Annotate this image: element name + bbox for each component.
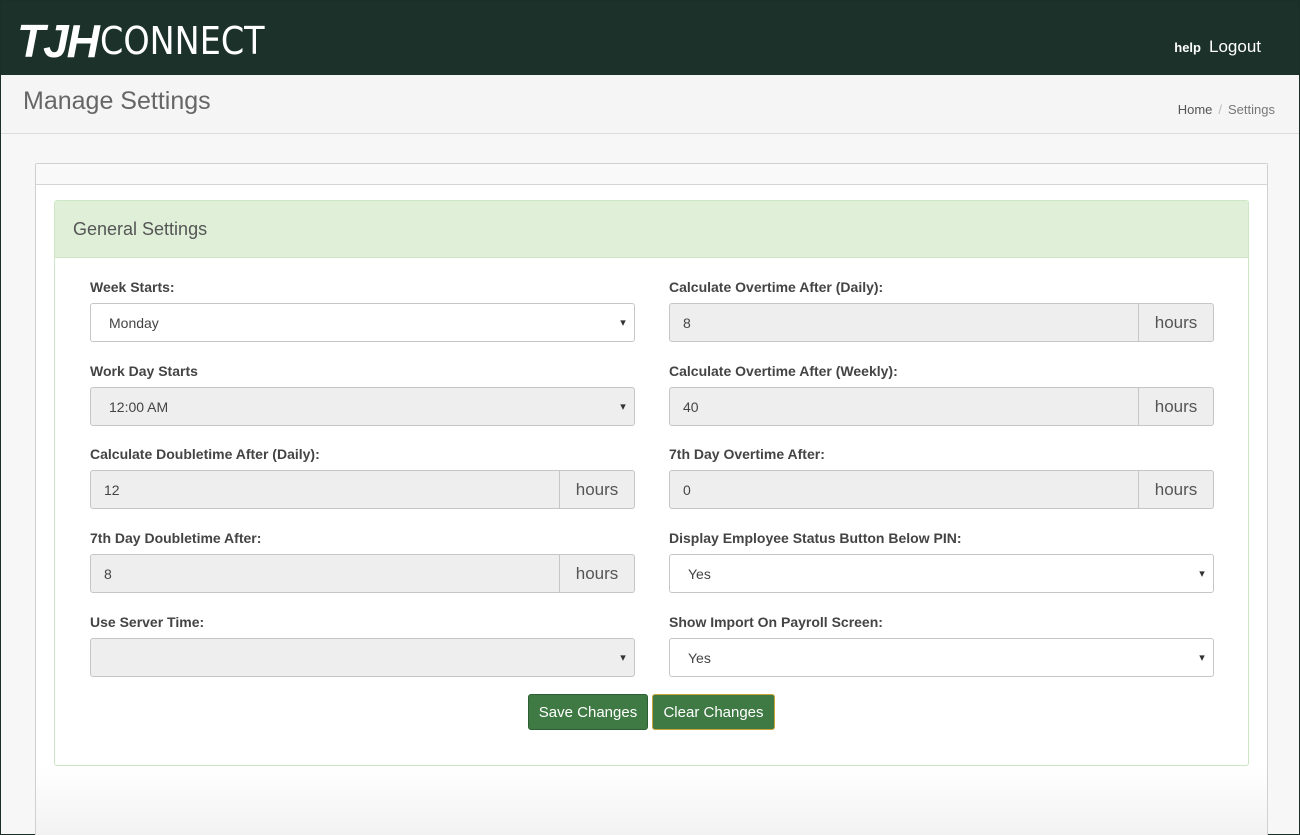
- hours-addon: hours: [1139, 387, 1214, 426]
- overtime-daily-input-group: 8 hours: [669, 303, 1214, 342]
- chevron-down-icon: ▾: [1199, 652, 1205, 664]
- week-starts-select[interactable]: Monday ▾: [90, 303, 635, 342]
- show-import-label: Show Import On Payroll Screen:: [669, 614, 883, 630]
- display-status-button-label: Display Employee Status Button Below PIN…: [669, 530, 962, 546]
- overtime-weekly-input[interactable]: 40: [669, 387, 1139, 426]
- help-link[interactable]: help: [1174, 40, 1201, 55]
- logo-word: CONNECT: [99, 19, 265, 63]
- week-starts-value: Monday: [109, 314, 159, 331]
- breadcrumb-home[interactable]: Home: [1178, 102, 1213, 117]
- page-title: Manage Settings: [23, 87, 211, 115]
- seventh-day-overtime-input[interactable]: 0: [669, 470, 1139, 509]
- show-import-select[interactable]: Yes ▾: [669, 638, 1214, 677]
- use-server-time-field: Use Server Time: ▾: [90, 614, 635, 677]
- seventh-day-overtime-field: 7th Day Overtime After: 0 hours: [669, 446, 1214, 509]
- seventh-day-doubletime-label: 7th Day Doubletime After:: [90, 530, 262, 546]
- save-changes-button[interactable]: Save Changes: [528, 694, 648, 730]
- overtime-daily-input[interactable]: 8: [669, 303, 1139, 342]
- top-navbar: TJH CONNECT help Logout: [1, 1, 1299, 75]
- use-server-time-label: Use Server Time:: [90, 614, 205, 630]
- show-import-value: Yes: [688, 649, 711, 666]
- top-links: help Logout: [1174, 37, 1261, 57]
- hours-addon: hours: [560, 470, 635, 509]
- doubletime-daily-label: Calculate Doubletime After (Daily):: [90, 446, 320, 462]
- logout-link[interactable]: Logout: [1209, 37, 1261, 57]
- clear-changes-button[interactable]: Clear Changes: [652, 694, 775, 730]
- work-day-starts-value: 12:00 AM: [109, 398, 169, 415]
- doubletime-daily-input-group: 12 hours: [90, 470, 635, 509]
- breadcrumb-current: Settings: [1228, 102, 1275, 117]
- work-day-starts-field: Work Day Starts 12:00 AM ▾: [90, 363, 635, 426]
- show-import-field: Show Import On Payroll Screen: Yes ▾: [669, 614, 1214, 677]
- overtime-daily-field: Calculate Overtime After (Daily): 8 hour…: [669, 279, 1214, 342]
- chevron-down-icon: ▾: [620, 317, 626, 329]
- display-status-button-field: Display Employee Status Button Below PIN…: [669, 530, 1214, 593]
- outer-panel-heading: [36, 164, 1267, 185]
- general-settings-panel: General Settings Week Starts: Monday ▾ W…: [54, 200, 1249, 766]
- hours-addon: hours: [1139, 303, 1214, 342]
- overtime-weekly-input-group: 40 hours: [669, 387, 1214, 426]
- panel-footer-area: [36, 767, 1267, 835]
- breadcrumb-separator: /: [1218, 102, 1223, 117]
- use-server-time-select[interactable]: ▾: [90, 638, 635, 677]
- overtime-weekly-field: Calculate Overtime After (Weekly): 40 ho…: [669, 363, 1214, 426]
- chevron-down-icon: ▾: [1199, 568, 1205, 580]
- seventh-day-overtime-label: 7th Day Overtime After:: [669, 446, 825, 462]
- hours-addon: hours: [560, 554, 635, 593]
- doubletime-daily-field: Calculate Doubletime After (Daily): 12 h…: [90, 446, 635, 509]
- display-status-button-select[interactable]: Yes ▾: [669, 554, 1214, 593]
- doubletime-daily-input[interactable]: 12: [90, 470, 560, 509]
- overtime-daily-label: Calculate Overtime After (Daily):: [669, 279, 884, 295]
- display-status-button-value: Yes: [688, 565, 711, 582]
- overtime-weekly-label: Calculate Overtime After (Weekly):: [669, 363, 898, 379]
- week-starts-label: Week Starts:: [90, 279, 175, 295]
- breadcrumb: Home / Settings: [1178, 102, 1275, 117]
- work-day-starts-select[interactable]: 12:00 AM ▾: [90, 387, 635, 426]
- chevron-down-icon: ▾: [620, 652, 626, 664]
- hours-addon: hours: [1139, 470, 1214, 509]
- seventh-day-doubletime-input-group: 8 hours: [90, 554, 635, 593]
- seventh-day-doubletime-field: 7th Day Doubletime After: 8 hours: [90, 530, 635, 593]
- seventh-day-doubletime-input[interactable]: 8: [90, 554, 560, 593]
- seventh-day-overtime-input-group: 0 hours: [669, 470, 1214, 509]
- work-day-starts-label: Work Day Starts: [90, 363, 198, 379]
- general-settings-heading: General Settings: [55, 201, 1248, 258]
- week-starts-field: Week Starts: Monday ▾: [90, 279, 635, 342]
- tjh-connect-logo[interactable]: TJH CONNECT: [17, 15, 287, 67]
- general-settings-title: General Settings: [73, 218, 208, 239]
- logo-brand: TJH: [17, 15, 100, 67]
- chevron-down-icon: ▾: [620, 401, 626, 413]
- page-header: Manage Settings Home / Settings: [1, 75, 1299, 134]
